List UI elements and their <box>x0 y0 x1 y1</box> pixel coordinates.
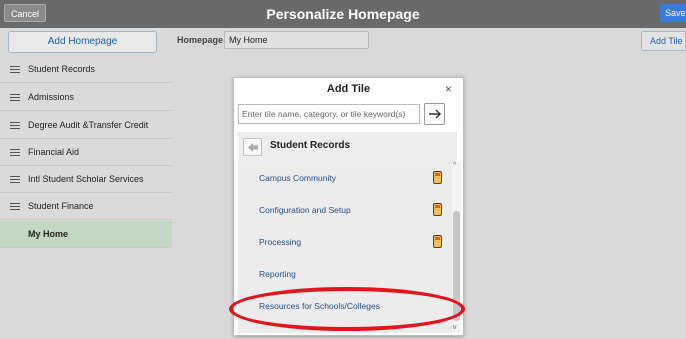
sidebar-item-student-records[interactable]: Student Records <box>0 56 172 83</box>
list-item[interactable]: Configuration and Setup <box>238 194 452 226</box>
sidebar-item-financial-aid[interactable]: Financial Aid <box>0 139 172 166</box>
drag-handle-icon[interactable] <box>10 203 20 210</box>
list-item[interactable]: Reporting <box>238 258 452 290</box>
device-icon <box>433 171 442 184</box>
list-item[interactable]: Campus Community <box>238 162 452 194</box>
drag-handle-icon[interactable] <box>10 94 20 101</box>
add-tile-button[interactable]: Add Tile <box>641 31 686 51</box>
drag-handle-icon[interactable] <box>10 149 20 156</box>
arrow-left-icon <box>248 143 258 152</box>
back-button[interactable] <box>243 138 262 156</box>
add-homepage-button[interactable]: Add Homepage <box>8 31 157 53</box>
search-go-button[interactable] <box>424 103 445 125</box>
drag-handle-icon[interactable] <box>10 176 20 183</box>
sidebar-item-intl-student-scholar-services[interactable]: Intl Student Scholar Services <box>0 166 172 193</box>
highlight-ellipse <box>229 287 465 331</box>
sidebar-item-label: Financial Aid <box>28 147 80 157</box>
chevron-down-icon[interactable]: v <box>453 324 457 331</box>
save-button[interactable]: Save <box>660 4 686 22</box>
sidebar: Add Homepage Student Records Admissions … <box>0 28 172 339</box>
page-title: Personalize Homepage <box>266 6 420 22</box>
dialog-title: Add Tile <box>326 83 371 95</box>
tile-category-label[interactable]: Processing <box>259 237 301 247</box>
sidebar-item-label: Student Finance <box>28 201 94 211</box>
sidebar-item-label: Intl Student Scholar Services <box>28 174 144 184</box>
close-icon[interactable]: × <box>445 82 452 96</box>
device-icon <box>433 203 442 216</box>
breadcrumb-label: Student Records <box>270 140 351 151</box>
header-bar: Cancel Personalize Homepage Save <box>0 0 686 28</box>
sidebar-item-label: Degree Audit &Transfer Credit <box>28 120 149 130</box>
sidebar-item-label: Student Records <box>28 64 96 74</box>
tile-category-label[interactable]: Configuration and Setup <box>259 205 351 215</box>
sidebar-item-admissions[interactable]: Admissions <box>0 84 172 111</box>
sidebar-item-my-home[interactable]: My Home <box>0 221 172 248</box>
arrow-right-icon <box>429 109 441 119</box>
homepage-name-input[interactable]: My Home <box>224 31 369 49</box>
list-item[interactable]: Processing <box>238 226 452 258</box>
tile-category-label[interactable]: Reporting <box>259 269 296 279</box>
tile-category-label[interactable]: Campus Community <box>259 173 336 183</box>
homepage-label: Homepage <box>177 35 224 45</box>
sidebar-item-degree-audit[interactable]: Degree Audit &Transfer Credit <box>0 112 172 139</box>
chevron-up-icon[interactable]: ^ <box>453 162 456 169</box>
sidebar-item-label: My Home <box>28 229 69 239</box>
device-icon <box>433 235 442 248</box>
sidebar-item-student-finance[interactable]: Student Finance <box>0 193 172 220</box>
sidebar-item-label: Admissions <box>28 92 75 102</box>
breadcrumb: Student Records <box>238 132 457 162</box>
drag-handle-icon[interactable] <box>10 122 20 129</box>
tile-search-input[interactable]: Enter tile name, category, or tile keywo… <box>238 104 420 124</box>
drag-handle-icon[interactable] <box>10 66 20 73</box>
